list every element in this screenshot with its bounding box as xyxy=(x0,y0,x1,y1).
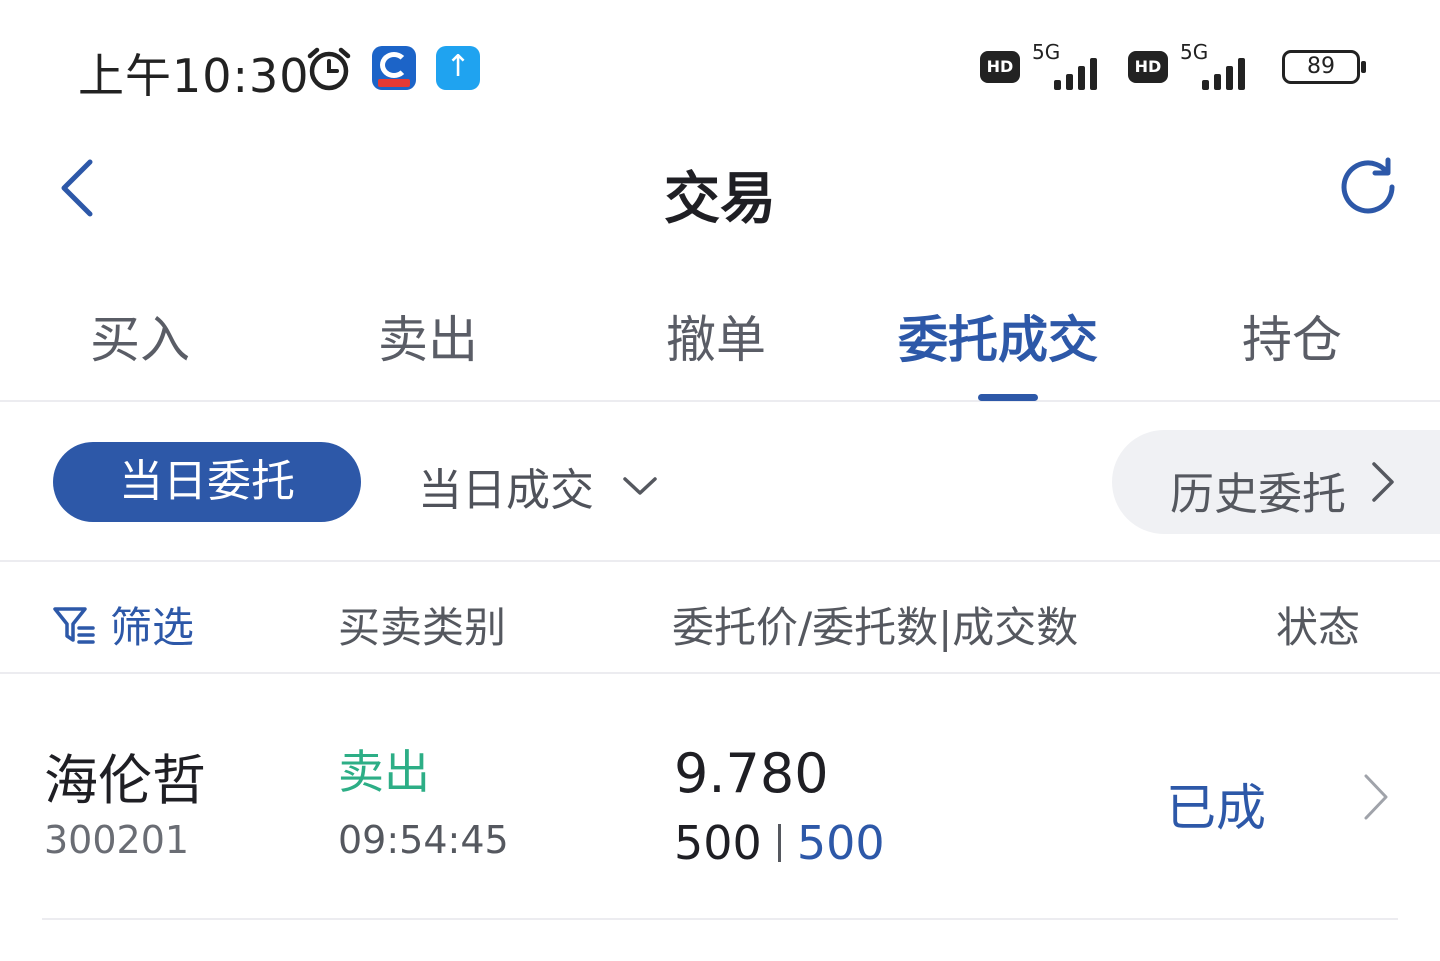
history-orders-button[interactable]: 历史委托 xyxy=(1112,430,1440,534)
order-row[interactable]: 海伦哲 300201 卖出 09:54:45 9.780 500 500 已成 xyxy=(42,676,1398,920)
filter-icon xyxy=(53,606,95,644)
order-quantities: 500 500 xyxy=(674,816,885,870)
filter-label: 筛选 xyxy=(110,603,195,652)
signal-strength-icon: 5G xyxy=(1032,40,1114,90)
alarm-clock-icon xyxy=(307,47,351,91)
order-quantity: 500 xyxy=(674,816,762,870)
app-notification-icon xyxy=(372,46,416,90)
order-price: 9.780 xyxy=(674,742,829,805)
tab-cancel-order[interactable]: 撤单 xyxy=(666,300,766,372)
hd-volte-icon: HD xyxy=(1128,51,1168,83)
status-indicators: HD 5G HD 5G 89 xyxy=(980,40,1366,92)
active-tab-indicator xyxy=(978,394,1038,401)
status-time: 上午10:30 xyxy=(78,49,310,103)
history-orders-label: 历史委托 xyxy=(1170,469,1346,520)
signal-strength-icon: 5G xyxy=(1180,40,1262,90)
trade-side: 卖出 xyxy=(338,745,430,799)
today-deals-dropdown[interactable]: 当日成交 xyxy=(418,454,658,518)
chevron-right-icon xyxy=(1364,774,1388,820)
quantity-divider xyxy=(777,824,781,862)
trade-tabs: 买入 卖出 撤单 委托成交 持仓 xyxy=(0,270,1440,402)
today-orders-pill[interactable]: 当日委托 xyxy=(53,442,361,522)
chevron-right-icon xyxy=(1372,462,1394,502)
order-time: 09:54:45 xyxy=(338,818,509,862)
tab-positions[interactable]: 持仓 xyxy=(1242,300,1342,372)
refresh-icon[interactable] xyxy=(1336,154,1402,220)
chevron-down-icon xyxy=(623,477,657,495)
column-status: 状态 xyxy=(1276,603,1361,652)
tab-buy[interactable]: 买入 xyxy=(90,300,190,372)
hd-volte-icon: HD xyxy=(980,51,1020,83)
nav-header: 交易 xyxy=(0,130,1440,245)
deal-quantity: 500 xyxy=(796,816,885,870)
sub-filter-row: 当日委托 当日成交 历史委托 xyxy=(0,402,1440,562)
tab-orders-deals[interactable]: 委托成交 xyxy=(898,300,1098,372)
page-title: 交易 xyxy=(664,167,776,232)
battery-icon: 89 xyxy=(1282,50,1366,84)
status-bar: 上午10:30 ↑ HD 5G HD 5G 89 xyxy=(0,0,1440,130)
column-trade-type: 买卖类别 xyxy=(338,603,507,652)
tab-sell[interactable]: 卖出 xyxy=(378,300,478,372)
upload-notification-icon: ↑ xyxy=(436,46,480,90)
stock-code: 300201 xyxy=(44,818,190,862)
today-deals-label: 当日成交 xyxy=(418,465,594,516)
filter-button[interactable]: 筛选 xyxy=(52,594,194,655)
column-price-quantity: 委托价/委托数|成交数 xyxy=(672,603,1079,652)
stock-name: 海伦哲 xyxy=(44,749,206,812)
order-status: 已成 xyxy=(1166,779,1266,837)
column-header-row: 筛选 买卖类别 委托价/委托数|成交数 状态 xyxy=(0,562,1440,674)
